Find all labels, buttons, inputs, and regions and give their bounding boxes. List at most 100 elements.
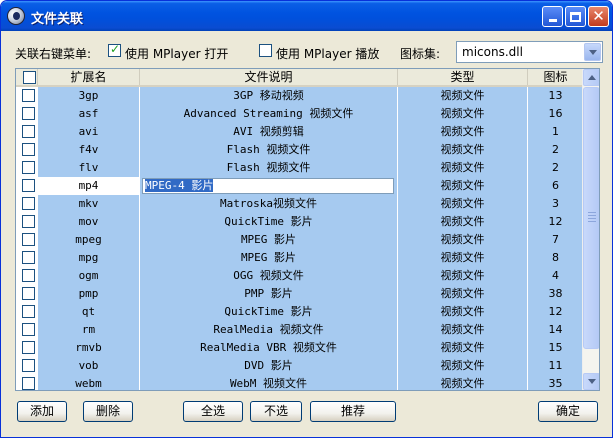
select-all-button[interactable]: 全选 <box>183 401 243 422</box>
row-checkbox[interactable] <box>22 233 35 246</box>
row-checkbox[interactable] <box>22 359 35 372</box>
row-checkbox[interactable] <box>22 305 35 318</box>
row-checkbox-cell[interactable] <box>16 213 38 231</box>
table-row[interactable]: ogm OGG 视频文件 视频文件 4 <box>16 267 583 285</box>
row-checkbox[interactable] <box>22 143 35 156</box>
table-row[interactable]: qt QuickTime 影片 视频文件 12 <box>16 303 583 321</box>
row-checkbox-cell[interactable] <box>16 231 38 249</box>
row-checkbox[interactable] <box>22 215 35 228</box>
description-cell[interactable]: OGG 视频文件 <box>140 267 398 285</box>
table-row[interactable]: rmvb RealMedia VBR 视频文件 视频文件 15 <box>16 339 583 357</box>
minimize-button[interactable] <box>542 6 563 27</box>
row-checkbox[interactable] <box>22 251 35 264</box>
recommend-button[interactable]: 推荐 <box>310 401 396 422</box>
add-button[interactable]: 添加 <box>17 401 67 422</box>
close-button[interactable]: ✕ <box>588 6 609 27</box>
description-cell[interactable]: QuickTime 影片 <box>140 213 398 231</box>
description-cell[interactable]: WebM 视频文件 <box>140 375 398 390</box>
table-row[interactable]: 3gp 3GP 移动视频 视频文件 13 <box>16 87 583 105</box>
row-checkbox[interactable] <box>22 161 35 174</box>
row-checkbox[interactable] <box>22 89 35 102</box>
table-row[interactable]: rm RealMedia 视频文件 视频文件 14 <box>16 321 583 339</box>
row-checkbox[interactable] <box>22 323 35 336</box>
row-checkbox-cell[interactable] <box>16 123 38 141</box>
row-checkbox-cell[interactable] <box>16 267 38 285</box>
description-cell[interactable]: 3GP 移动视频 <box>140 87 398 105</box>
row-checkbox[interactable] <box>22 341 35 354</box>
row-checkbox-cell[interactable] <box>16 285 38 303</box>
row-checkbox-cell[interactable] <box>16 357 38 375</box>
row-checkbox-cell[interactable] <box>16 159 38 177</box>
table-row[interactable]: asf Advanced Streaming 视频文件 视频文件 16 <box>16 105 583 123</box>
table-row[interactable]: f4v Flash 视频文件 视频文件 2 <box>16 141 583 159</box>
description-cell[interactable]: DVD 影片 <box>140 357 398 375</box>
table-row[interactable]: avi AVI 视频剪辑 视频文件 1 <box>16 123 583 141</box>
play-with-label[interactable]: 使用 MPlayer 播放 <box>276 45 379 62</box>
row-checkbox-cell[interactable] <box>16 195 38 213</box>
row-checkbox[interactable] <box>22 179 35 192</box>
ok-button[interactable]: 确定 <box>538 401 598 422</box>
row-checkbox-cell[interactable] <box>16 249 38 267</box>
table-row[interactable]: mp4 MPEG-4 影片 视频文件 6 <box>16 177 583 195</box>
row-checkbox[interactable] <box>22 107 35 120</box>
table-row[interactable]: mov QuickTime 影片 视频文件 12 <box>16 213 583 231</box>
scroll-up-button[interactable] <box>583 69 599 86</box>
type-cell: 视频文件 <box>398 357 528 375</box>
table-row[interactable]: mpg MPEG 影片 视频文件 8 <box>16 249 583 267</box>
select-none-button[interactable]: 不选 <box>250 401 302 422</box>
icon-index-cell: 4 <box>528 267 583 285</box>
vertical-scrollbar[interactable] <box>582 69 599 390</box>
row-checkbox-cell[interactable] <box>16 339 38 357</box>
description-cell[interactable]: RealMedia VBR 视频文件 <box>140 339 398 357</box>
description-edit-field[interactable]: MPEG-4 影片 <box>142 178 394 194</box>
description-cell[interactable]: MPEG 影片 <box>140 249 398 267</box>
scroll-down-button[interactable] <box>583 373 599 390</box>
column-header-type[interactable]: 类型 <box>398 69 528 85</box>
description-cell[interactable]: MPEG 影片 <box>140 231 398 249</box>
description-cell[interactable]: Flash 视频文件 <box>140 159 398 177</box>
row-checkbox-cell[interactable] <box>16 177 38 195</box>
header-checkbox[interactable] <box>23 71 36 84</box>
open-with-checkbox[interactable] <box>108 42 121 57</box>
description-cell[interactable]: Advanced Streaming 视频文件 <box>140 105 398 123</box>
description-cell[interactable]: MPEG-4 影片 <box>140 177 398 195</box>
description-cell[interactable]: RealMedia 视频文件 <box>140 321 398 339</box>
row-checkbox[interactable] <box>22 197 35 210</box>
row-checkbox-cell[interactable] <box>16 321 38 339</box>
header-select-all[interactable] <box>16 69 38 85</box>
play-with-checkbox[interactable] <box>259 44 272 57</box>
table-row[interactable]: flv Flash 视频文件 视频文件 2 <box>16 159 583 177</box>
maximize-button[interactable] <box>565 6 586 27</box>
row-checkbox[interactable] <box>22 125 35 138</box>
table-row[interactable]: vob DVD 影片 视频文件 11 <box>16 357 583 375</box>
column-header-description[interactable]: 文件说明 <box>140 69 398 85</box>
scroll-thumb[interactable] <box>583 87 599 349</box>
description-cell[interactable]: Matroska视频文件 <box>140 195 398 213</box>
table-row[interactable]: webm WebM 视频文件 视频文件 35 <box>16 375 583 390</box>
description-cell[interactable]: PMP 影片 <box>140 285 398 303</box>
row-checkbox[interactable] <box>22 377 35 390</box>
open-with-label[interactable]: 使用 MPlayer 打开 <box>125 45 228 62</box>
description-cell[interactable]: Flash 视频文件 <box>140 141 398 159</box>
title-bar[interactable]: 文件关联 ✕ <box>1 1 612 31</box>
table-row[interactable]: pmp PMP 影片 视频文件 38 <box>16 285 583 303</box>
row-checkbox-cell[interactable] <box>16 105 38 123</box>
type-cell: 视频文件 <box>398 249 528 267</box>
table-row[interactable]: mpeg MPEG 影片 视频文件 7 <box>16 231 583 249</box>
row-checkbox-cell[interactable] <box>16 303 38 321</box>
row-checkbox-cell[interactable] <box>16 375 38 390</box>
row-checkbox-cell[interactable] <box>16 141 38 159</box>
description-cell[interactable]: QuickTime 影片 <box>140 303 398 321</box>
row-checkbox[interactable] <box>22 269 35 282</box>
row-checkbox[interactable] <box>22 287 35 300</box>
iconset-select[interactable]: micons.dll <box>456 41 603 63</box>
column-header-extension[interactable]: 扩展名 <box>38 69 140 85</box>
row-checkbox-cell[interactable] <box>16 87 38 105</box>
column-header-icon[interactable]: 图标 <box>528 69 583 85</box>
icon-index-cell: 8 <box>528 249 583 267</box>
table-row[interactable]: mkv Matroska视频文件 视频文件 3 <box>16 195 583 213</box>
delete-button[interactable]: 删除 <box>83 401 133 422</box>
icon-index-cell: 2 <box>528 141 583 159</box>
description-cell[interactable]: AVI 视频剪辑 <box>140 123 398 141</box>
iconset-dropdown-button[interactable] <box>584 43 601 61</box>
